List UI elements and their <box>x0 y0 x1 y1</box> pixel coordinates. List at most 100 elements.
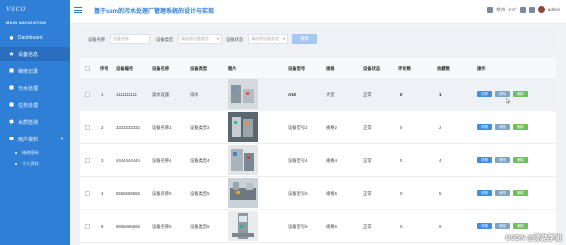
cell-spec: 规格6 <box>326 224 337 229</box>
cell-name: 滤水设施 <box>152 92 170 97</box>
row-checkbox[interactable] <box>85 125 90 130</box>
device-type-select[interactable]: 请选择设备类型 ▾ <box>178 34 222 44</box>
edit-button[interactable]: 修改 <box>495 124 510 130</box>
sidebar-item-label: 污水处理 <box>18 85 39 92</box>
column-header: 收藏数 <box>437 66 450 71</box>
column-header: 设备状态 <box>363 66 381 71</box>
fullscreen-icon[interactable] <box>519 6 526 13</box>
table-row[interactable]: 3 4444444444 设备名称4 设备类型4 设备型号4 规格4 正常 0 … <box>80 144 556 177</box>
cell-model: 设备型号4 <box>288 158 308 163</box>
sidebar-item-device-info[interactable]: 设备信息 <box>0 47 70 61</box>
device-icon <box>9 51 14 56</box>
nav-section-title: MAIN NAVIGATION <box>6 20 47 25</box>
cell-spec: 大型 <box>326 92 335 97</box>
row-checkbox[interactable] <box>85 191 90 196</box>
sidebar-item-label: 用户资料 <box>18 136 39 143</box>
device-image <box>228 145 258 175</box>
sidebar-item-dashboard[interactable]: Dashboard <box>0 31 70 45</box>
cell-code: 4444444444 <box>116 158 140 163</box>
sidebar-item-label: 水质检测 <box>18 119 39 126</box>
detail-button[interactable]: 详情 <box>477 157 492 163</box>
device-image <box>228 112 258 142</box>
edit-button[interactable]: 修改 <box>495 157 510 163</box>
sidebar-subitem-change-password[interactable]: 修改密码 <box>0 148 70 158</box>
delete-button[interactable]: 删除 <box>513 124 528 130</box>
cell-code: 3333333332 <box>116 125 140 130</box>
edit-button[interactable]: 修改 <box>495 190 510 196</box>
cell-status: 正常 <box>363 191 372 196</box>
cell-code: 6666666666 <box>116 224 140 229</box>
sidebar-item-label: 设备信息 <box>18 51 39 58</box>
delete-button[interactable]: 删除 <box>513 223 528 229</box>
column-header: 设备类型 <box>190 66 208 71</box>
page-title: 基于ssm的污水处理厂管理系统的设计与实现 <box>94 9 215 15</box>
sidebar-item-sewage[interactable]: 污水处理 <box>0 81 70 95</box>
cell-spec: 规格5 <box>326 191 337 196</box>
cell-favorites: 2 <box>439 125 442 130</box>
device-image <box>228 211 258 241</box>
cell-comments: 0 <box>400 224 403 229</box>
sidebar-subitem-profile[interactable]: 个人资料 <box>0 159 70 169</box>
cell-name: 设备名称5 <box>152 191 172 196</box>
edit-button[interactable]: 修改 <box>495 223 510 229</box>
edit-button[interactable]: 修改 <box>495 91 510 97</box>
cell-type: 排水 <box>190 92 199 97</box>
cell-status: 正常 <box>363 158 372 163</box>
sidebar-item-label: 维修记录 <box>18 68 39 75</box>
cell-index: 4 <box>101 191 104 196</box>
sidebar-item-water-test[interactable]: 水质检测 <box>0 115 70 129</box>
avatar[interactable] <box>537 6 545 13</box>
search-button[interactable]: 搜索 <box>292 34 317 44</box>
table-row[interactable]: 5 6666666666 设备名称6 设备类型6 设备型号6 规格6 正常 0 … <box>80 210 556 243</box>
settings-icon[interactable] <box>528 6 535 13</box>
detail-button[interactable]: 详情 <box>477 190 492 196</box>
bullet-icon <box>15 152 17 154</box>
watermark: CSDN @弥路学姐 <box>505 235 562 242</box>
chevron-down-icon: ▾ <box>282 36 285 41</box>
delete-button[interactable]: 删除 <box>513 91 528 97</box>
cell-type: 设备类型6 <box>190 224 210 229</box>
home-icon <box>9 35 14 40</box>
cell-comments: 0 <box>400 158 403 163</box>
cell-favorites: 1 <box>439 92 442 97</box>
column-header: 设备型号 <box>288 66 306 71</box>
device-image <box>228 79 258 109</box>
device-status-select[interactable]: 请选择设备状态 ▾ <box>248 34 288 44</box>
delete-button[interactable]: 删除 <box>513 157 528 163</box>
device-name-input[interactable]: 设备名称 <box>110 34 150 44</box>
detail-button[interactable]: 详情 <box>477 124 492 130</box>
sidebar-subitem-label: 修改密码 <box>22 150 39 155</box>
top-header: 基于ssm的污水处理厂管理系统的设计与实现 杭州 2-6° admin <box>70 0 566 24</box>
detail-button[interactable]: 详情 <box>477 223 492 229</box>
table-row[interactable]: 2 3333333332 设备名称2 设备类型2 设备型号2 规格2 正常 0 … <box>80 111 556 144</box>
cell-index: 3 <box>101 158 104 163</box>
filter-label-name: 设备名称 <box>88 37 106 42</box>
sidebar-item-user-profile[interactable]: 用户资料 ▼ <box>0 132 70 146</box>
user-name[interactable]: admin <box>548 7 560 12</box>
cell-comments: 0 <box>400 92 403 97</box>
column-header: 规格 <box>326 66 335 71</box>
row-checkbox[interactable] <box>85 92 90 97</box>
cell-model: 设备型号5 <box>288 191 308 196</box>
row-checkbox[interactable] <box>85 158 90 163</box>
menu-toggle-icon[interactable] <box>74 6 82 14</box>
sidebar-item-label: Dashboard <box>18 35 43 41</box>
cell-comments: 0 <box>400 191 403 196</box>
brand-logo[interactable]: vsco <box>6 4 54 16</box>
detail-button[interactable]: 详情 <box>477 91 492 97</box>
sidebar-item-tasks[interactable]: 任务处理 <box>0 98 70 112</box>
column-header: 序号 <box>100 66 109 71</box>
cell-favorites: 6 <box>439 224 442 229</box>
delete-button[interactable]: 删除 <box>513 190 528 196</box>
table-header: 序号 设备编号 设备名称 设备类型 图片 设备型号 规格 设备状态 评论数 收藏… <box>80 58 556 79</box>
select-all-checkbox[interactable] <box>85 66 90 71</box>
cell-model: 设备型号2 <box>288 125 308 130</box>
row-checkbox[interactable] <box>85 224 90 229</box>
sidebar-item-maintenance[interactable]: 维修记录 <box>0 64 70 78</box>
table-row[interactable]: 4 5555555555 设备名称5 设备类型5 设备型号5 规格5 正常 0 … <box>80 177 556 210</box>
cell-code: 5555555555 <box>116 191 140 196</box>
mouse-cursor-icon <box>506 98 510 104</box>
cell-status: 正常 <box>363 92 372 97</box>
cell-favorites: 5 <box>439 191 442 196</box>
table-row[interactable]: 1 1111111111 滤水设施 排水 A10 大型 正常 0 1 详情 修改… <box>80 78 556 111</box>
